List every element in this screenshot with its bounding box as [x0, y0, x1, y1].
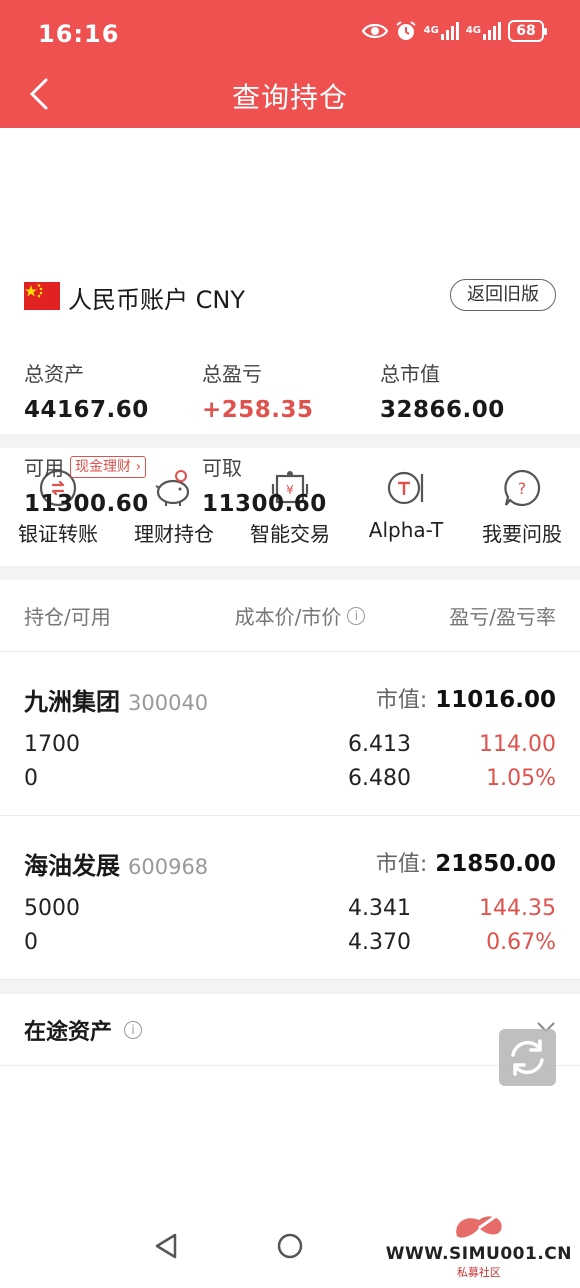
- watermark: WWW.SIMU001.CN 私募社区: [386, 1210, 572, 1280]
- stock-market-value: 11016.00: [435, 687, 556, 713]
- total-pl: 总盈亏 +258.35: [202, 358, 314, 423]
- profit-loss-rate: 0.67%: [486, 930, 556, 955]
- system-nav-bar: WWW.SIMU001.CN 私募社区: [0, 1212, 580, 1288]
- current-price: 6.480: [348, 766, 411, 791]
- total-assets: 总资产 44167.60: [24, 358, 149, 423]
- market-value-label: 市值:: [375, 852, 428, 877]
- account-name: 人民币账户 CNY: [68, 286, 245, 314]
- withdrawable-funds: 可取 11300.60: [202, 452, 327, 517]
- market-value-value: 32866.00: [380, 397, 505, 423]
- stock-name: 海油发展: [24, 852, 120, 880]
- stock-code: 600968: [128, 855, 209, 879]
- stock-market-value: 21850.00: [435, 851, 556, 877]
- svg-text:?: ?: [518, 479, 527, 498]
- info-icon[interactable]: i: [124, 1021, 143, 1039]
- battery-icon: 68: [508, 20, 547, 42]
- available-qty: 0: [24, 766, 38, 791]
- old-version-button[interactable]: 返回旧版: [450, 279, 556, 311]
- total-assets-label: 总资产: [24, 362, 84, 386]
- market-value-label: 市值:: [375, 688, 428, 713]
- nav-home-icon[interactable]: [276, 1232, 304, 1260]
- header-pl-rate: 盈亏/盈亏率: [449, 605, 556, 629]
- page-title: 查询持仓: [231, 81, 348, 114]
- cash-management-tag[interactable]: 现金理财 ›: [70, 455, 147, 478]
- profit-loss: 144.35: [479, 896, 556, 921]
- available-value: 11300.60: [24, 491, 149, 517]
- quick-action-ask-stock[interactable]: ? 我要问股: [464, 448, 580, 566]
- total-pl-value: +258.35: [202, 397, 314, 423]
- section-divider: [0, 980, 580, 994]
- question-icon: ?: [504, 469, 541, 507]
- signal-2-icon: 4G: [466, 22, 501, 40]
- in-transit-assets[interactable]: 在途资产 i: [0, 994, 580, 1066]
- quick-action-alpha-t[interactable]: Alpha-T: [348, 448, 464, 566]
- holding-qty: 1700: [24, 732, 80, 757]
- stock-code: 300040: [128, 691, 209, 715]
- china-flag-icon: [24, 282, 60, 310]
- app-header: 16:16 4G 4G 68 查询持仓: [0, 0, 580, 128]
- piggy-bank-icon: [155, 470, 190, 506]
- available-qty: 0: [24, 930, 38, 955]
- section-divider: [0, 566, 580, 580]
- withdrawable-value: 11300.60: [202, 491, 327, 517]
- available-label: 可用: [24, 456, 64, 480]
- cost-price: 6.413: [348, 732, 411, 757]
- current-price: 4.370: [348, 930, 411, 955]
- alarm-icon: [396, 21, 416, 40]
- profit-loss: 114.00: [479, 732, 556, 757]
- signal-1-icon: 4G: [424, 22, 459, 40]
- withdrawable-label: 可取: [202, 456, 242, 480]
- header-holding-available: 持仓/可用: [24, 605, 111, 629]
- total-assets-value: 44167.60: [24, 397, 149, 423]
- stock-name: 九洲集团: [24, 688, 120, 716]
- refresh-icon: [511, 1039, 544, 1076]
- market-value-label: 总市值: [380, 362, 440, 386]
- eye-icon: [361, 23, 388, 39]
- in-transit-label: 在途资产: [24, 1020, 113, 1045]
- position-row[interactable]: 九洲集团 300040 市值: 11016.00 1700 6.413 114.00…: [0, 652, 580, 816]
- status-time: 16:16: [38, 20, 120, 48]
- cost-price: 4.341: [348, 896, 411, 921]
- available-funds: 可用 现金理财 › 11300.60: [24, 452, 149, 517]
- holdings-header: 持仓/可用 成本价/市价 i 盈亏/盈亏率: [0, 580, 580, 652]
- section-divider: [0, 434, 580, 448]
- total-pl-label: 总盈亏: [202, 362, 262, 386]
- position-row[interactable]: 海油发展 600968 市值: 21850.00 5000 4.341 144.35…: [0, 816, 580, 980]
- nav-back-icon[interactable]: [153, 1232, 179, 1260]
- info-icon[interactable]: i: [347, 606, 366, 625]
- account-summary: 人民币账户 CNY 返回旧版 总资产 44167.60 总盈亏 +258.35 …: [0, 128, 580, 517]
- refresh-button[interactable]: [499, 1029, 556, 1086]
- market-value: 总市值 32866.00: [380, 358, 505, 423]
- header-cost-price: 成本价/市价: [234, 605, 342, 629]
- watermark-logo-icon: [456, 1212, 502, 1238]
- holding-qty: 5000: [24, 896, 80, 921]
- profit-loss-rate: 1.05%: [486, 766, 556, 791]
- alpha-t-icon: [387, 471, 424, 505]
- status-icons: 4G 4G 68: [361, 20, 547, 42]
